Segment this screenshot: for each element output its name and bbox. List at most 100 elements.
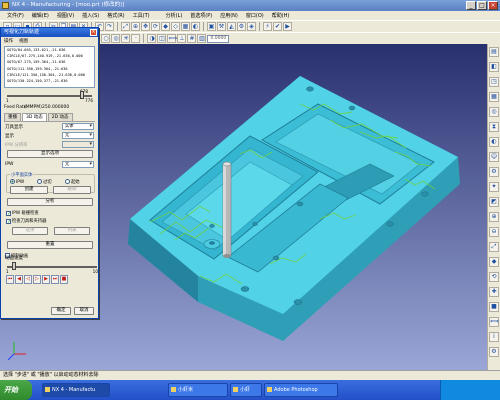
rewind-icon[interactable]: ⏮ bbox=[6, 275, 14, 284]
reuse-library-icon[interactable]: ▦ bbox=[489, 92, 499, 102]
snap-view-icon[interactable]: ✚ bbox=[489, 287, 499, 297]
mode-field[interactable]: 0.0000 bbox=[207, 34, 230, 43]
delete-button[interactable]: 删除 bbox=[53, 186, 91, 194]
history-palette-icon[interactable]: ⧗ bbox=[489, 122, 499, 132]
settings-icon[interactable]: ⚙ bbox=[489, 347, 499, 357]
display-icon[interactable]: ◐ bbox=[191, 22, 200, 31]
existing-point-icon[interactable]: · bbox=[131, 34, 141, 43]
menu-view[interactable]: 视图(V) bbox=[53, 12, 78, 19]
display-select[interactable]: 无 bbox=[62, 132, 94, 139]
radio-ipw[interactable]: IPW bbox=[10, 179, 24, 185]
generate-path-icon[interactable]: ⚡ bbox=[263, 22, 272, 31]
menu-application[interactable]: 应用(N) bbox=[216, 12, 242, 19]
play-icon[interactable]: ▷ bbox=[33, 275, 41, 284]
roles-icon[interactable]: ☺ bbox=[489, 152, 499, 162]
wcs-icon[interactable]: ⊥ bbox=[177, 34, 187, 43]
slider-thumb[interactable] bbox=[80, 91, 84, 99]
create-method-icon[interactable]: ⚙ bbox=[237, 22, 246, 31]
assembly-navigator-icon[interactable]: ▤ bbox=[489, 47, 499, 57]
nc-code-list[interactable]: GOTO/84.665,133.621,-21.636 CIRCLE/67.27… bbox=[4, 46, 95, 88]
intersection-point-icon[interactable]: ✳ bbox=[121, 34, 131, 43]
radio-overcut[interactable]: 过切 bbox=[37, 179, 52, 185]
measure-icon[interactable]: ⟺ bbox=[167, 34, 177, 43]
list-button[interactable]: 列表 bbox=[54, 227, 90, 235]
orient-view-icon[interactable]: ⟲ bbox=[489, 272, 499, 282]
ipw-collision-checkbox[interactable]: ✓IPW 碰撞检查 bbox=[6, 210, 39, 217]
info-icon[interactable]: i bbox=[489, 332, 499, 342]
menu-window[interactable]: 窗口(O) bbox=[242, 12, 268, 19]
options-button[interactable]: 选项 bbox=[12, 227, 48, 235]
system-materials-icon[interactable]: ◐ bbox=[489, 137, 499, 147]
display-options-button[interactable]: 显示选项 bbox=[7, 150, 93, 158]
animation-speed-slider[interactable]: 1 10 bbox=[4, 260, 100, 274]
play-reverse-icon[interactable]: ◁ bbox=[24, 275, 32, 284]
close-button[interactable]: × bbox=[488, 1, 498, 10]
taskbar-item-photoshop[interactable]: Adobe Photoshop bbox=[264, 383, 338, 397]
zoom-out-icon[interactable]: ⊖ bbox=[489, 227, 499, 237]
menu-help[interactable]: 帮助(H) bbox=[268, 12, 294, 19]
start-button[interactable]: 开始 bbox=[0, 380, 32, 400]
tool-display-select[interactable]: 实体 bbox=[62, 123, 94, 130]
nc-line[interactable]: GOTO/130.324,150.377,-21.636 bbox=[7, 78, 94, 84]
part-navigator-icon[interactable]: ◧ bbox=[489, 62, 499, 72]
layer-icon[interactable]: ▦ bbox=[181, 22, 190, 31]
zoom-icon[interactable]: ⊕ bbox=[131, 22, 140, 31]
verify-path-icon[interactable]: ✔ bbox=[273, 22, 282, 31]
dialog-menu-operations[interactable]: 操作 bbox=[4, 38, 13, 44]
shaded-view-icon[interactable]: ◆ bbox=[161, 22, 170, 31]
fit-all-icon[interactable]: ⤢ bbox=[489, 242, 499, 252]
menu-preferences[interactable]: 首选项(P) bbox=[186, 12, 216, 19]
tab-replay[interactable]: 重播 bbox=[4, 113, 21, 121]
dialog-close-button[interactable]: × bbox=[90, 29, 97, 36]
create-tool-icon[interactable]: ⚒ bbox=[217, 22, 226, 31]
create-button[interactable]: 创建 bbox=[10, 186, 48, 194]
show-hide-icon[interactable]: ◑ bbox=[147, 34, 157, 43]
color-icon[interactable]: ■ bbox=[489, 302, 499, 312]
rotate-icon[interactable]: ⟳ bbox=[151, 22, 160, 31]
cancel-button[interactable]: 取消 bbox=[74, 307, 94, 315]
speed-slider-thumb[interactable] bbox=[12, 262, 16, 270]
menu-analysis[interactable]: 分析(L) bbox=[162, 12, 187, 19]
center-point-icon[interactable]: ○ bbox=[101, 34, 111, 43]
stop-icon[interactable]: ■ bbox=[60, 275, 68, 284]
fast-forward-icon[interactable]: ⏭ bbox=[51, 275, 59, 284]
taskbar-item-nx[interactable]: NX 4 - Manufactu bbox=[42, 383, 110, 397]
menu-file[interactable]: 文件(F) bbox=[3, 12, 28, 19]
menu-format[interactable]: 格式(R) bbox=[103, 12, 128, 19]
wireframe-view-icon[interactable]: ◇ bbox=[171, 22, 180, 31]
maximize-button[interactable]: □ bbox=[477, 1, 487, 10]
step-forward-icon[interactable]: ▶ bbox=[42, 275, 50, 284]
render-style-icon[interactable]: ◆ bbox=[489, 257, 499, 267]
reset-button[interactable]: 重置 bbox=[7, 241, 93, 249]
process-studio-icon[interactable]: ⚙ bbox=[489, 167, 499, 177]
analyze-button[interactable]: 分析 bbox=[7, 198, 93, 206]
create-geometry-icon[interactable]: ◭ bbox=[227, 22, 236, 31]
postprocess-icon[interactable]: ▶ bbox=[283, 22, 292, 31]
zoom-in-icon[interactable]: ⊕ bbox=[489, 212, 499, 222]
quadrant-point-icon[interactable]: ◎ bbox=[111, 34, 121, 43]
step-back-icon[interactable]: ◀ bbox=[15, 275, 23, 284]
tool-holder-checkbox[interactable]: ✓检查刀具和夹持器 bbox=[6, 218, 46, 225]
pan-icon[interactable]: ✥ bbox=[141, 22, 150, 31]
work-layer-icon[interactable]: ▥ bbox=[197, 34, 207, 43]
operation-navigator-icon[interactable]: ◳ bbox=[489, 77, 499, 87]
clip-icon[interactable]: ◫ bbox=[157, 34, 167, 43]
radio-start[interactable]: 起始 bbox=[65, 179, 80, 185]
redo-icon[interactable]: ↷ bbox=[105, 22, 114, 31]
ok-button[interactable]: 确定 bbox=[51, 307, 71, 315]
tab-3d-dynamic[interactable]: 3D 动态 bbox=[22, 113, 47, 121]
fit-view-icon[interactable]: ⤢ bbox=[121, 22, 130, 31]
motion-slider[interactable]: 1 776 678 bbox=[4, 89, 95, 105]
visual-effects-icon[interactable]: ✦ bbox=[489, 182, 499, 192]
menu-insert[interactable]: 插入(S) bbox=[78, 12, 103, 19]
create-operation-icon[interactable]: ◈ bbox=[247, 22, 256, 31]
menu-edit[interactable]: 编辑(E) bbox=[28, 12, 53, 19]
section-view-icon[interactable]: ◩ bbox=[489, 197, 499, 207]
taskbar-item-xiaxiami[interactable]: 小虾米 bbox=[168, 383, 228, 397]
web-browser-icon[interactable]: ◎ bbox=[489, 107, 499, 117]
tab-2d-dynamic[interactable]: 2D 动态 bbox=[47, 113, 73, 121]
create-program-icon[interactable]: ▣ bbox=[207, 22, 216, 31]
ipw-select[interactable]: 无 bbox=[62, 161, 94, 168]
dialog-menu-view[interactable]: 视图 bbox=[19, 38, 28, 44]
taskbar-item-xiaxia[interactable]: 小虾 bbox=[230, 383, 262, 397]
